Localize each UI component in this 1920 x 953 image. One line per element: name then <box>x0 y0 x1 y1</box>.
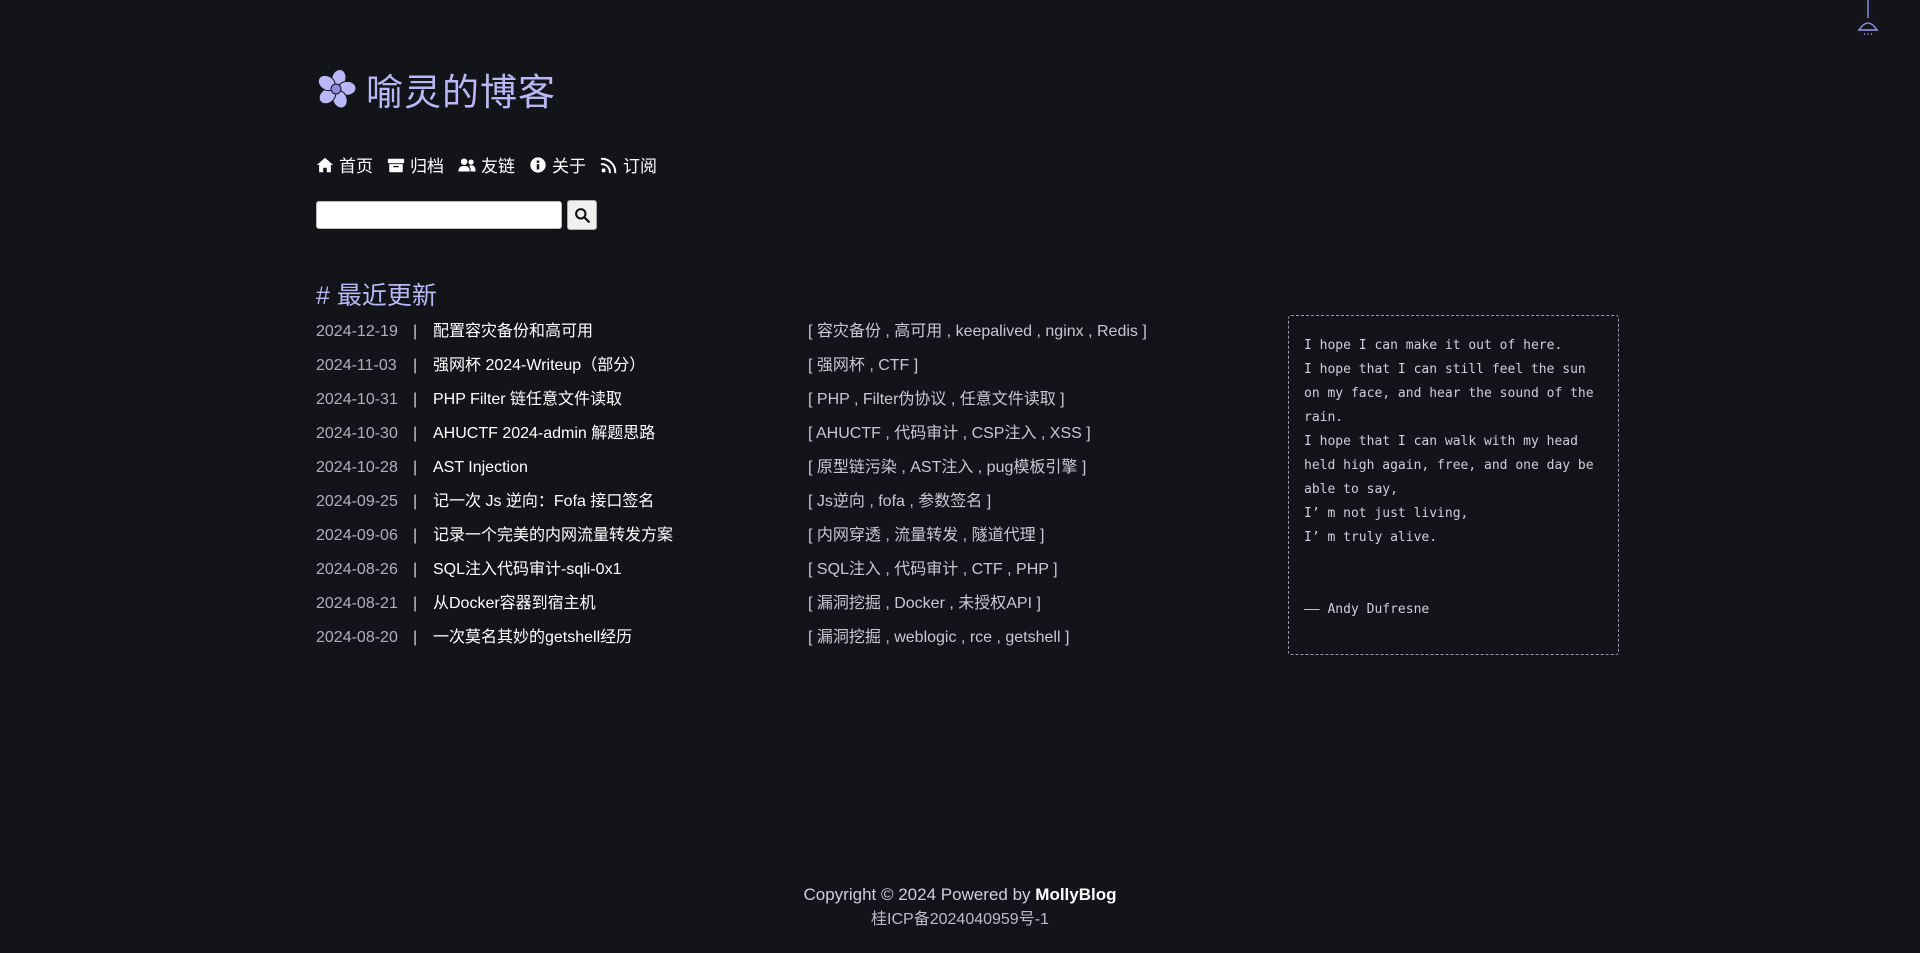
quote-line: I’ m truly alive. <box>1304 530 1438 545</box>
page-footer: Copyright © 2024 Powered by MollyBlog 桂I… <box>0 882 1920 932</box>
post-tags: [ Js逆向 , fofa , 参数签名 ] <box>808 493 992 510</box>
nav-label-archive: 归档 <box>410 157 444 176</box>
quote-line: I’ m not just living, <box>1304 506 1469 521</box>
archive-icon <box>387 158 405 172</box>
post-date: 2024-12-19 <box>316 323 398 340</box>
post-separator: | <box>413 629 418 646</box>
post-row: 2024-11-03 | 强网杯 2024-Writeup（部分） [ 强网杯 … <box>316 352 1216 386</box>
site-header[interactable]: 喻灵的博客 <box>316 62 556 116</box>
post-date: 2024-09-25 <box>316 493 398 510</box>
quote-line: I hope I can make it out of here. <box>1304 338 1563 353</box>
post-separator: | <box>413 493 418 510</box>
post-separator: | <box>413 357 418 374</box>
search-button[interactable] <box>567 200 597 230</box>
nav-item-about[interactable]: 关于 <box>529 152 586 177</box>
blog-page: 喻灵的博客 首页 归档 友链 关于 订阅 # 最近更新 2024-12-19 |… <box>0 0 1920 953</box>
post-separator: | <box>413 595 418 612</box>
nav-label-subscribe: 订阅 <box>623 157 657 176</box>
nav-label-about: 关于 <box>552 157 586 176</box>
post-separator: | <box>413 323 418 340</box>
post-separator: | <box>413 425 418 442</box>
nav-label-friends: 友链 <box>481 157 515 176</box>
post-title-link[interactable]: PHP Filter 链任意文件读取 <box>433 386 622 414</box>
footer-brand-link[interactable]: MollyBlog <box>1035 885 1116 904</box>
post-title-link[interactable]: AHUCTF 2024-admin 解题思路 <box>433 420 655 448</box>
post-list: 2024-12-19 | 配置容灾备份和高可用 [ 容灾备份 , 高可用 , k… <box>316 318 1216 658</box>
post-title-link[interactable]: 配置容灾备份和高可用 <box>433 318 593 346</box>
post-row: 2024-12-19 | 配置容灾备份和高可用 [ 容灾备份 , 高可用 , k… <box>316 318 1216 352</box>
quote-line: I hope that I can still feel the sun on … <box>1304 362 1594 425</box>
post-row: 2024-10-28 | AST Injection [ 原型链污染 , AST… <box>316 454 1216 488</box>
post-separator: | <box>413 391 418 408</box>
post-date: 2024-09-06 <box>316 527 398 544</box>
post-row: 2024-10-31 | PHP Filter 链任意文件读取 [ PHP , … <box>316 386 1216 420</box>
post-title-link[interactable]: 记一次 Js 逆向：Fofa 接口签名 <box>433 488 654 516</box>
info-icon <box>530 156 546 173</box>
footer-icp-link[interactable]: 桂ICP备2024040959号-1 <box>0 907 1920 932</box>
post-row: 2024-08-20 | 一次莫名其妙的getshell经历 [ 漏洞挖掘 , … <box>316 624 1216 658</box>
post-separator: | <box>413 561 418 578</box>
footer-copyright-line: Copyright © 2024 Powered by MollyBlog <box>0 882 1920 907</box>
post-title-link[interactable]: 记录一个完美的内网流量转发方案 <box>433 522 673 550</box>
hanging-lamp-icon[interactable] <box>1856 0 1880 36</box>
nav-label-home: 首页 <box>339 157 373 176</box>
post-row: 2024-10-30 | AHUCTF 2024-admin 解题思路 [ AH… <box>316 420 1216 454</box>
nav-item-home[interactable]: 首页 <box>316 152 373 177</box>
post-date: 2024-08-21 <box>316 595 398 612</box>
home-icon <box>316 157 334 172</box>
nav-item-friends[interactable]: 友链 <box>458 152 515 177</box>
footer-copyright: Copyright © 2024 Powered by <box>803 885 1036 904</box>
post-tags: [ 原型链污染 , AST注入 , pug模板引擎 ] <box>808 459 1087 476</box>
site-title[interactable]: 喻灵的博客 <box>366 62 556 116</box>
post-tags: [ 强网杯 , CTF ] <box>808 357 919 374</box>
post-tags: [ AHUCTF , 代码审计 , CSP注入 , XSS ] <box>808 425 1091 442</box>
post-date: 2024-10-30 <box>316 425 398 442</box>
post-title-link[interactable]: SQL注入代码审计-sqli-0x1 <box>433 556 621 584</box>
search-bar <box>316 200 597 230</box>
flower-logo-icon <box>317 69 356 109</box>
search-icon <box>574 207 590 223</box>
post-tags: [ 内网穿透 , 流量转发 , 隧道代理 ] <box>808 527 1045 544</box>
post-title-link[interactable]: 从Docker容器到宿主机 <box>433 590 596 618</box>
post-row: 2024-08-26 | SQL注入代码审计-sqli-0x1 [ SQL注入 … <box>316 556 1216 590</box>
post-date: 2024-08-26 <box>316 561 398 578</box>
post-separator: | <box>413 459 418 476</box>
rss-icon <box>600 157 617 173</box>
post-tags: [ 漏洞挖掘 , weblogic , rce , getshell ] <box>808 629 1070 646</box>
post-title-link[interactable]: 一次莫名其妙的getshell经历 <box>433 624 632 652</box>
main-nav: 首页 归档 友链 关于 订阅 <box>316 152 657 177</box>
post-row: 2024-08-21 | 从Docker容器到宿主机 [ 漏洞挖掘 , Dock… <box>316 590 1216 624</box>
post-tags: [ PHP , Filter伪协议 , 任意文件读取 ] <box>808 391 1065 408</box>
post-title-link[interactable]: 强网杯 2024-Writeup（部分） <box>433 352 645 380</box>
post-row: 2024-09-06 | 记录一个完美的内网流量转发方案 [ 内网穿透 , 流量… <box>316 522 1216 556</box>
post-tags: [ SQL注入 , 代码审计 , CTF , PHP ] <box>808 561 1058 578</box>
post-date: 2024-11-03 <box>316 357 397 374</box>
recent-updates-heading: # 最近更新 <box>316 282 437 310</box>
post-date: 2024-08-20 <box>316 629 398 646</box>
post-title-link[interactable]: AST Injection <box>433 454 528 482</box>
nav-item-subscribe[interactable]: 订阅 <box>600 152 657 177</box>
quote-box: I hope I can make it out of here. I hope… <box>1288 315 1619 655</box>
post-row: 2024-09-25 | 记一次 Js 逆向：Fofa 接口签名 [ Js逆向 … <box>316 488 1216 522</box>
post-date: 2024-10-31 <box>316 391 398 408</box>
users-icon <box>458 157 476 172</box>
post-date: 2024-10-28 <box>316 459 398 476</box>
post-separator: | <box>413 527 418 544</box>
search-input[interactable] <box>316 201 562 229</box>
quote-author: —— Andy Dufresne <box>1304 602 1430 617</box>
nav-item-archive[interactable]: 归档 <box>387 152 444 177</box>
post-tags: [ 容灾备份 , 高可用 , keepalived , nginx , Redi… <box>808 323 1147 340</box>
post-tags: [ 漏洞挖掘 , Docker , 未授权API ] <box>808 595 1041 612</box>
quote-line: I hope that I can walk with my head held… <box>1304 434 1594 497</box>
